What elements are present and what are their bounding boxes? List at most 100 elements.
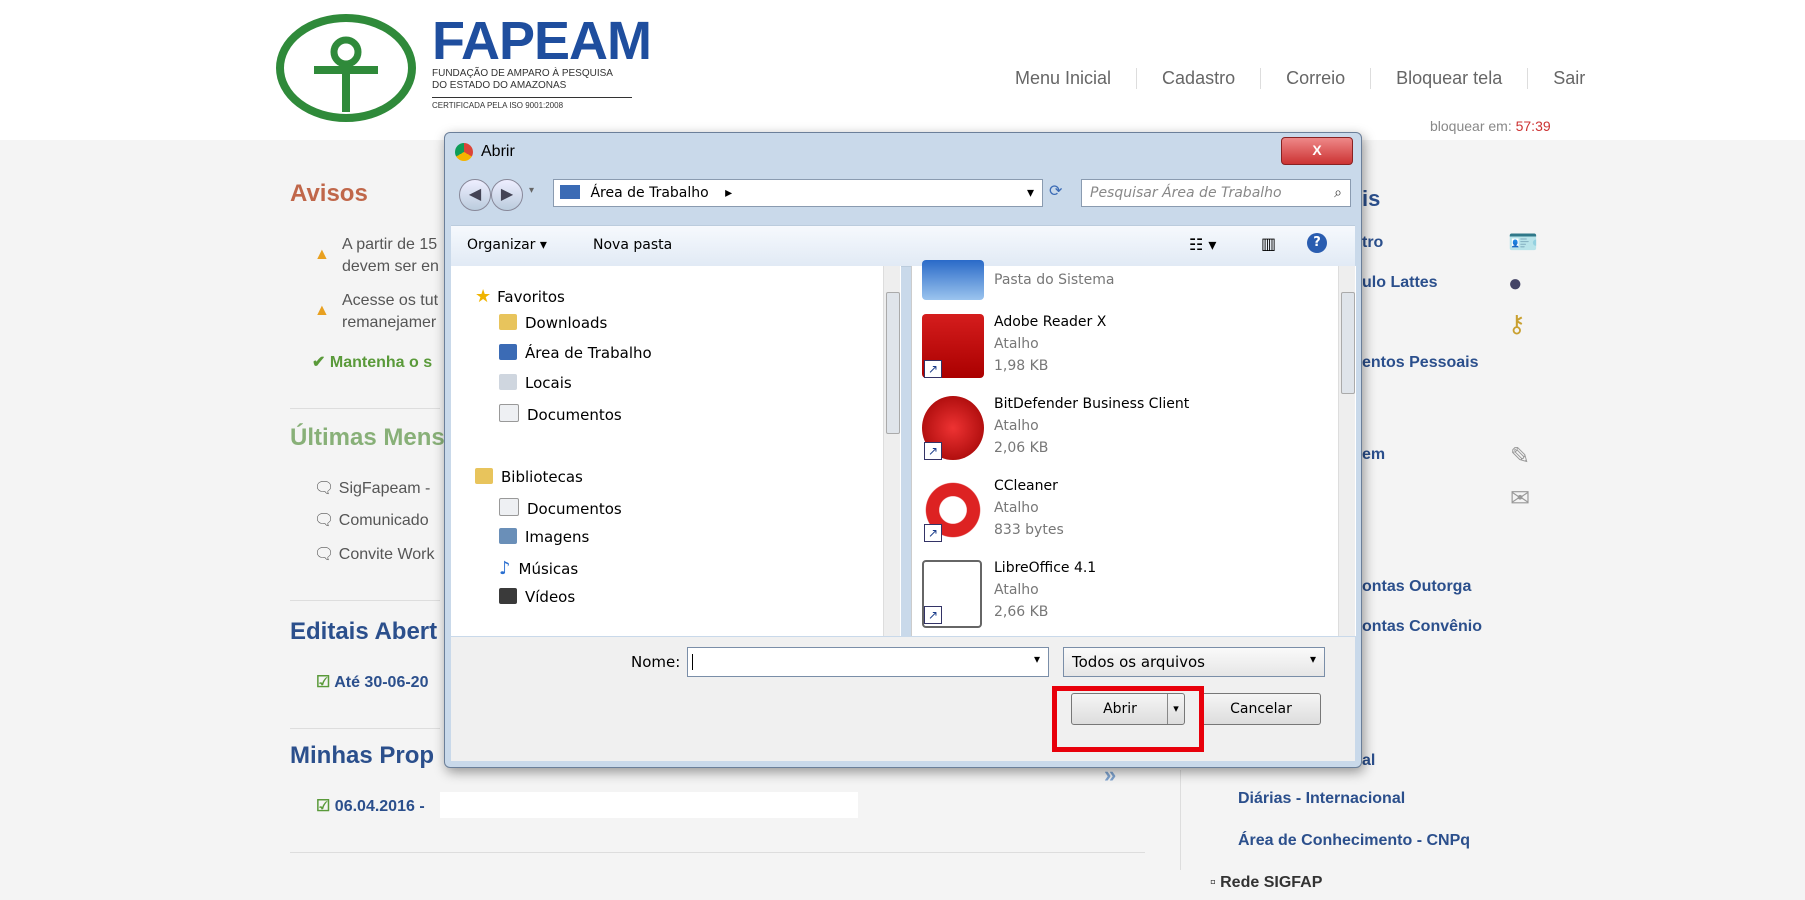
link-area-conhecimento[interactable]: Área de Conhecimento - CNPq: [1238, 832, 1470, 850]
file-type: Atalho: [994, 418, 1039, 434]
chrome-icon: [455, 143, 473, 161]
tree-imagens[interactable]: Imagens: [499, 528, 589, 546]
tree-desktop[interactable]: Área de Trabalho: [499, 344, 652, 362]
logo-subtitle-2: DO ESTADO DO AMAZONAS: [432, 80, 567, 91]
history-dropdown-icon[interactable]: ▾: [529, 185, 534, 196]
tree-downloads[interactable]: Downloads: [499, 314, 607, 332]
lock-timer-label: bloquear em:: [1430, 118, 1516, 134]
file-scroll-thumb[interactable]: [1341, 292, 1355, 394]
forward-button[interactable]: ▶: [491, 179, 523, 211]
mensagem-item-2[interactable]: 🗨 Comunicado: [314, 510, 429, 530]
file-scrollbar[interactable]: [1338, 266, 1355, 636]
file-item-adobe[interactable]: ↗ Adobe Reader X Atalho 1,98 KB: [922, 314, 1282, 394]
computer-icon: [922, 260, 984, 300]
nav-scroll-thumb[interactable]: [886, 292, 900, 434]
document-icon: [499, 498, 519, 516]
file-type-select[interactable]: Todos os arquivos ▾: [1063, 647, 1325, 677]
tree-libraries[interactable]: Bibliotecas: [475, 468, 583, 486]
file-item-ccleaner[interactable]: ↗ CCleaner Atalho 833 bytes: [922, 478, 1282, 558]
chevron-down-icon[interactable]: ▾: [1310, 652, 1316, 666]
link-diarias-internacional[interactable]: Diárias - Internacional: [1238, 790, 1405, 808]
edital-item[interactable]: ☑ Até 30-06-20: [316, 672, 428, 692]
chat-icon: 🗨: [314, 546, 339, 563]
mensagens-title: Últimas Mens: [290, 424, 445, 451]
view-options-icon[interactable]: ☷ ▾: [1189, 235, 1216, 254]
nav-correio[interactable]: Correio: [1261, 68, 1372, 89]
link-contas-convenio[interactable]: ontas Convênio: [1362, 618, 1482, 636]
nav-scrollbar[interactable]: [883, 266, 900, 636]
tree-desktop-label: Área de Trabalho: [525, 344, 652, 362]
library-icon: [475, 468, 493, 484]
refresh-icon[interactable]: ⟳: [1049, 181, 1062, 201]
tree-videos[interactable]: Vídeos: [499, 588, 575, 606]
tree-documentos-fav[interactable]: Documentos: [499, 404, 622, 424]
warning-icon: ▲: [314, 246, 330, 263]
proposta-text: 06.04.2016 -: [334, 798, 425, 815]
nav-menu-inicial[interactable]: Menu Inicial: [990, 68, 1138, 89]
tree-locais[interactable]: Locais: [499, 374, 572, 392]
address-row: ◀ ▶ ▾ Área de Trabalho ▸ ▾ ⟳ Pesquisar Á…: [455, 175, 1351, 211]
file-list: Pasta do Sistema ↗ Adobe Reader X Atalho…: [911, 260, 1356, 636]
chevron-down-icon[interactable]: ▾: [1034, 652, 1040, 666]
new-folder-button[interactable]: Nova pasta: [593, 237, 672, 253]
organize-button[interactable]: Organizar ▾: [467, 237, 547, 253]
mail-icon[interactable]: ✉: [1510, 484, 1530, 513]
nav-sair[interactable]: Sair: [1528, 68, 1610, 89]
search-input[interactable]: Pesquisar Área de Trabalho ⌕: [1081, 179, 1351, 207]
file-item-bitdefender[interactable]: ↗ BitDefender Business Client Atalho 2,0…: [922, 396, 1282, 476]
file-size: 2,06 KB: [994, 440, 1049, 456]
link-mensagem[interactable]: em: [1362, 446, 1385, 464]
divider: [290, 852, 1145, 853]
rede-sigfap[interactable]: ▫ Rede SIGFAP: [1210, 874, 1322, 892]
mensagem-text-1: SigFapeam -: [338, 480, 431, 497]
checkbox-icon: ☑: [316, 798, 335, 815]
help-icon[interactable]: ?: [1307, 233, 1327, 253]
lock-timer: bloquear em: 57:39: [1430, 118, 1551, 134]
desktop-icon: [560, 185, 580, 199]
propostas-title: Minhas Prop: [290, 742, 435, 769]
link-nacional[interactable]: al: [1362, 752, 1375, 770]
file-size: 833 bytes: [994, 522, 1064, 538]
warning-icon: ▲: [314, 302, 330, 319]
mensagem-item-3[interactable]: 🗨 Convite Work: [314, 544, 435, 564]
tree-musicas[interactable]: ♪ Músicas: [499, 558, 578, 579]
organize-label: Organizar: [467, 237, 536, 253]
chevron-down-icon[interactable]: ▾: [1027, 180, 1034, 206]
file-type: Atalho: [994, 500, 1039, 516]
check-icon: ✔: [312, 354, 330, 371]
divider: [290, 600, 440, 601]
close-button[interactable]: X: [1281, 137, 1353, 165]
mensagem-item-1[interactable]: 🗨 SigFapeam -: [314, 478, 430, 498]
nav-bloquear-tela[interactable]: Bloquear tela: [1371, 68, 1529, 89]
tree-favorites[interactable]: ★ Favoritos: [475, 286, 565, 307]
nav-cadastro[interactable]: Cadastro: [1137, 68, 1262, 89]
proposta-item[interactable]: ☑ 06.04.2016 -: [316, 796, 425, 816]
filename-input[interactable]: ▾: [687, 647, 1049, 677]
file-type: Atalho: [994, 582, 1039, 598]
cancel-button[interactable]: Cancelar: [1201, 693, 1321, 725]
chat-icon: 🗨: [314, 512, 339, 529]
file-item-libreoffice[interactable]: ↗ LibreOffice 4.1 Atalho 2,66 KB: [922, 560, 1282, 640]
column-divider: [1180, 770, 1181, 870]
tree-documentos[interactable]: Documentos: [499, 498, 622, 518]
link-lattes[interactable]: ulo Lattes: [1362, 274, 1438, 292]
preview-pane-icon[interactable]: ▥: [1261, 234, 1276, 253]
keys-icon[interactable]: ⚷: [1508, 310, 1526, 339]
chevron-right-icon[interactable]: ▸: [725, 185, 732, 201]
shortcut-arrow-icon: ↗: [924, 606, 942, 624]
back-button[interactable]: ◀: [459, 179, 491, 211]
divider: [290, 408, 440, 409]
link-documentos[interactable]: entos Pessoais: [1362, 354, 1479, 372]
id-card-icon[interactable]: 🪪: [1508, 228, 1538, 257]
link-contas-outorga[interactable]: ontas Outorga: [1362, 578, 1471, 596]
file-name: Adobe Reader X: [994, 314, 1107, 330]
shortcut-arrow-icon: ↗: [924, 524, 942, 542]
address-bar[interactable]: Área de Trabalho ▸ ▾: [553, 179, 1043, 207]
downloads-icon: [499, 314, 517, 330]
file-size: 2,66 KB: [994, 604, 1049, 620]
link-cadastro[interactable]: tro: [1362, 234, 1383, 252]
logo-cert: CERTIFICADA PELA ISO 9001:2008: [432, 101, 564, 110]
pencil-icon[interactable]: ✎: [1510, 442, 1530, 471]
lattes-icon[interactable]: ●: [1508, 270, 1523, 298]
search-icon[interactable]: ⌕: [1334, 180, 1342, 206]
